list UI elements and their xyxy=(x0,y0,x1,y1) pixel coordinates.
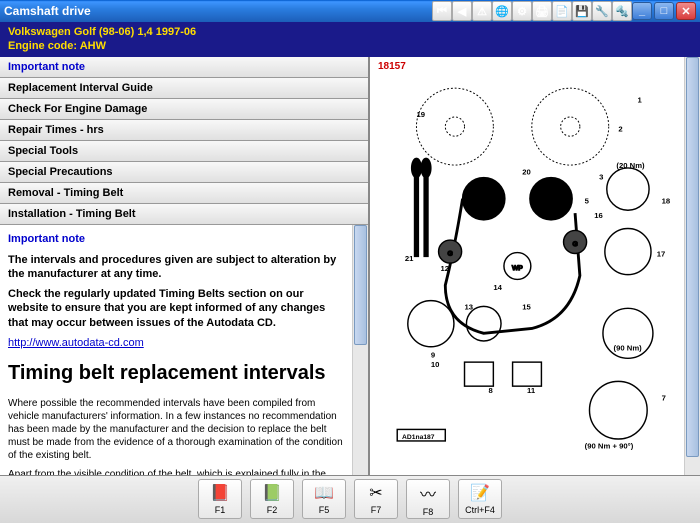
f2-button[interactable]: 📗F2 xyxy=(250,479,294,519)
svg-text:(90 Nm + 90°): (90 Nm + 90°) xyxy=(585,441,634,450)
svg-text:7: 7 xyxy=(662,393,666,402)
svg-text:G: G xyxy=(572,240,577,247)
right-panel: 18157 CA CA G G WP xyxy=(370,57,700,475)
nav-item-removal[interactable]: Removal - Timing Belt xyxy=(0,183,368,204)
svg-text:15: 15 xyxy=(522,302,531,311)
diagram-area: 18157 CA CA G G WP xyxy=(370,57,684,475)
svg-text:CA: CA xyxy=(546,195,558,204)
content-p1: The intervals and procedures given are s… xyxy=(8,253,344,282)
content-p2: Check the regularly updated Timing Belts… xyxy=(8,287,344,330)
svg-text:14: 14 xyxy=(493,283,502,292)
part-icon[interactable]: 🔩 xyxy=(612,1,632,21)
close-button[interactable]: ✕ xyxy=(676,2,696,20)
doc-icon[interactable]: 📄 xyxy=(552,1,572,21)
svg-text:20: 20 xyxy=(522,167,531,176)
content-link[interactable]: http://www.autodata-cd.com xyxy=(8,337,144,349)
diagram-scrollbar-thumb[interactable] xyxy=(686,57,699,457)
nav-item-check-engine-damage[interactable]: Check For Engine Damage xyxy=(0,99,368,120)
window-title: Camshaft drive xyxy=(4,4,432,18)
globe-icon[interactable]: 🌐 xyxy=(492,1,512,21)
svg-text:AD1na187: AD1na187 xyxy=(402,434,435,441)
svg-text:WP: WP xyxy=(512,264,523,271)
svg-text:5: 5 xyxy=(585,196,590,205)
svg-text:CA: CA xyxy=(478,195,490,204)
function-key-bar: 📕F1 📗F2 📖F5 ✂F7 〰F8 📝Ctrl+F4 xyxy=(0,475,700,523)
nav-item-special-precautions[interactable]: Special Precautions xyxy=(0,162,368,183)
open-book-icon: 📖 xyxy=(314,483,334,503)
svg-text:12: 12 xyxy=(440,263,449,272)
vehicle-line1: Volkswagen Golf (98-06) 1,4 1997-06 xyxy=(8,25,692,39)
svg-text:9: 9 xyxy=(431,350,435,359)
svg-text:8: 8 xyxy=(489,385,494,394)
svg-text:13: 13 xyxy=(465,302,474,311)
maximize-button[interactable]: □ xyxy=(654,2,674,20)
svg-text:(90 Nm): (90 Nm) xyxy=(614,343,643,352)
svg-text:19: 19 xyxy=(416,110,425,119)
f8-button[interactable]: 〰F8 xyxy=(406,479,450,519)
svg-text:16: 16 xyxy=(594,211,603,220)
svg-text:10: 10 xyxy=(431,360,440,369)
svg-text:17: 17 xyxy=(657,249,666,258)
nav-item-important-note[interactable]: Important note xyxy=(0,57,368,78)
svg-text:3: 3 xyxy=(599,172,603,181)
nav-item-replacement-interval[interactable]: Replacement Interval Guide xyxy=(0,78,368,99)
nav-item-installation[interactable]: Installation - Timing Belt xyxy=(0,204,368,225)
content-heading: Important note xyxy=(8,233,344,245)
gear-icon[interactable]: ⚙ xyxy=(512,1,532,21)
note-icon: 📝 xyxy=(470,483,490,503)
crossed-tools-icon: ✂ xyxy=(369,483,382,503)
svg-text:(20 Nm): (20 Nm) xyxy=(616,161,645,170)
scrollbar-thumb[interactable] xyxy=(354,225,367,345)
vehicle-header: Volkswagen Golf (98-06) 1,4 1997-06 Engi… xyxy=(0,22,700,57)
content-pane: Important note The intervals and procedu… xyxy=(0,225,352,475)
nav-first-icon[interactable]: ⏮ xyxy=(432,1,452,21)
svg-text:1: 1 xyxy=(638,95,643,104)
svg-text:21: 21 xyxy=(405,254,414,263)
diagram-scrollbar[interactable] xyxy=(684,57,700,475)
svg-text:11: 11 xyxy=(527,385,536,394)
svg-text:G: G xyxy=(447,250,452,257)
tool-icon[interactable]: 🔧 xyxy=(592,1,612,21)
ctrl-f4-button[interactable]: 📝Ctrl+F4 xyxy=(458,479,502,519)
f1-button[interactable]: 📕F1 xyxy=(198,479,242,519)
svg-text:2: 2 xyxy=(618,124,622,133)
content-p3: Where possible the recommended intervals… xyxy=(8,397,344,462)
nav-item-special-tools[interactable]: Special Tools xyxy=(0,141,368,162)
svg-text:18: 18 xyxy=(662,196,671,205)
left-panel: Important note Replacement Interval Guid… xyxy=(0,57,370,475)
diagram-number: 18157 xyxy=(378,61,406,72)
belt-icon: 〰 xyxy=(420,481,436,505)
f7-button[interactable]: ✂F7 xyxy=(354,479,398,519)
scrollbar[interactable] xyxy=(352,225,368,475)
book-icon: 📗 xyxy=(262,483,282,503)
nav-item-repair-times[interactable]: Repair Times - hrs xyxy=(0,120,368,141)
titlebar: Camshaft drive ⏮ ◀ ⚠ 🌐 ⚙ 🖨 📄 💾 🔧 🔩 _ □ ✕ xyxy=(0,0,700,22)
timing-belt-diagram: CA CA G G WP xyxy=(378,65,676,467)
nav-list: Important note Replacement Interval Guid… xyxy=(0,57,368,225)
warning-icon[interactable]: ⚠ xyxy=(472,1,492,21)
book-icon: 📕 xyxy=(210,483,230,503)
f5-button[interactable]: 📖F5 xyxy=(302,479,346,519)
content-p4: Apart from the visible condition of the … xyxy=(8,468,344,474)
minimize-button[interactable]: _ xyxy=(632,2,652,20)
nav-prev-icon[interactable]: ◀ xyxy=(452,1,472,21)
disk-icon[interactable]: 💾 xyxy=(572,1,592,21)
vehicle-line2: Engine code: AHW xyxy=(8,39,692,53)
print-icon[interactable]: 🖨 xyxy=(532,1,552,21)
content-h1: Timing belt replacement intervals xyxy=(8,362,344,385)
